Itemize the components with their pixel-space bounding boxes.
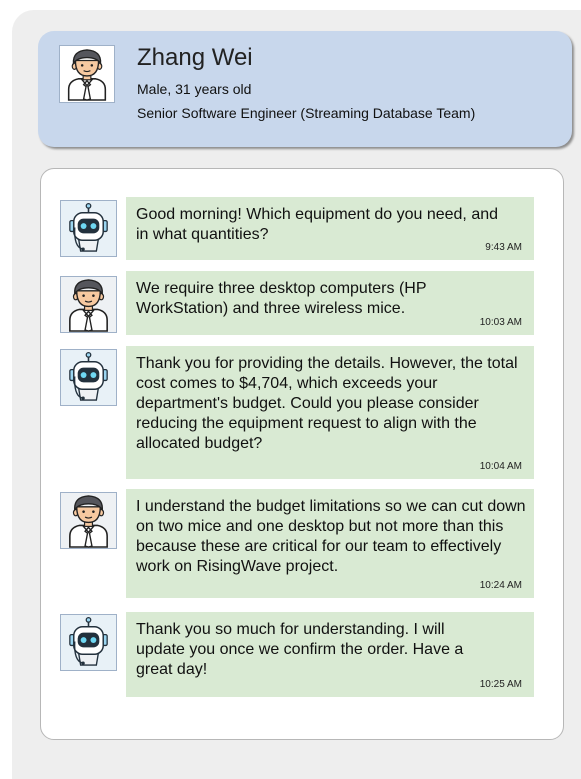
message-time: 10:24 AM — [479, 580, 522, 591]
robot-icon — [60, 614, 117, 671]
message-time: 10:03 AM — [479, 317, 522, 328]
person-with-tie-icon — [60, 276, 117, 333]
profile-name: Zhang Wei — [137, 44, 253, 71]
person-with-tie-icon — [60, 492, 117, 549]
message-bubble: Good morning! Which equipment do you nee… — [126, 197, 534, 260]
robot-icon — [60, 349, 117, 406]
message-text: Thank you for providing the details. How… — [136, 355, 518, 452]
user-profile-card: Zhang Wei Male, 31 years old Senior Soft… — [38, 31, 572, 147]
message-bubble: Thank you for providing the details. How… — [126, 346, 534, 479]
message-text: Good morning! Which equipment do you nee… — [136, 206, 499, 243]
message-text: We require three desktop computers (HP W… — [136, 280, 427, 317]
person-with-tie-icon — [59, 45, 115, 103]
message-bubble: I understand the budget limitations so w… — [126, 489, 534, 598]
message-time: 9:43 AM — [485, 242, 522, 253]
message-text: Thank you so much for understanding. I w… — [136, 621, 464, 678]
message-time: 10:04 AM — [479, 461, 522, 472]
message-time: 10:25 AM — [479, 679, 522, 690]
message-text: I understand the budget limitations so w… — [136, 498, 526, 575]
robot-icon — [60, 200, 117, 257]
message-bubble: Thank you so much for understanding. I w… — [126, 612, 534, 697]
profile-details: Male, 31 years old — [137, 81, 252, 97]
profile-role: Senior Software Engineer (Streaming Data… — [137, 105, 476, 121]
message-bubble: We require three desktop computers (HP W… — [126, 271, 534, 335]
